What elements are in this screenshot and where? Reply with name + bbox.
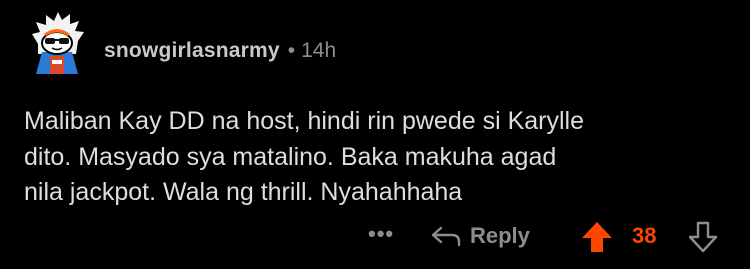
comment-body-line: Maliban Kay DD na host, hindi rin pwede …: [24, 107, 584, 135]
comment-body-line: nila jackpot. Wala ng thrill. Nyahahhaha: [24, 178, 463, 206]
comment-body-line: dito. Masyado sya matalino. Baka makuha …: [24, 142, 557, 171]
snoo-avatar-icon: [32, 10, 84, 74]
meta-separator: •: [287, 39, 296, 62]
timestamp: 14h: [301, 39, 337, 62]
downvote-button[interactable]: [686, 220, 720, 254]
username-link[interactable]: snowgirlasnarmy: [104, 39, 280, 62]
upvote-button[interactable]: [580, 220, 614, 254]
downvote-arrow-icon: [688, 221, 718, 253]
vote-count: 38: [632, 223, 657, 248]
user-avatar[interactable]: [24, 10, 90, 76]
comment-meta: snowgirlasnarmy • 14h: [104, 38, 336, 64]
upvote-arrow-icon: [582, 222, 612, 252]
reply-button[interactable]: Reply: [430, 218, 530, 254]
comment-actions: ••• Reply 38: [0, 218, 750, 254]
reply-label: Reply: [470, 223, 530, 248]
comment: snowgirlasnarmy • 14h Maliban Kay DD na ho…: [0, 0, 750, 269]
more-options-button[interactable]: •••: [368, 218, 396, 254]
reply-arrow-icon: [431, 226, 461, 247]
comment-body: Maliban Kay DD na host, hindi rin pwede …: [24, 104, 729, 211]
